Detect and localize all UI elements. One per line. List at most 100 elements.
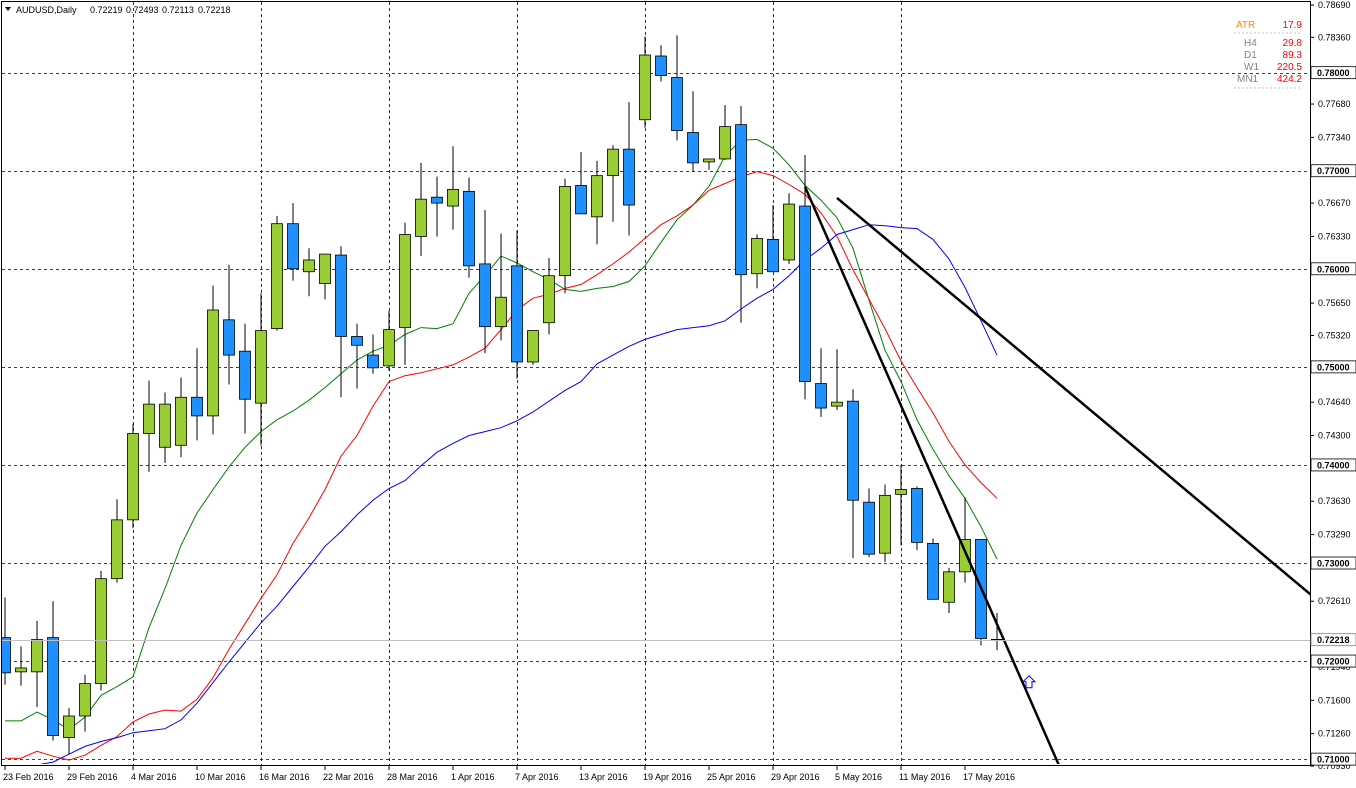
candle-body [271,223,283,330]
candle-body [543,275,555,324]
price-tick-label: 0.76330 [1318,231,1351,241]
candle-body [703,158,715,163]
time-tick-label: 29 Feb 2016 [67,772,118,782]
candle-body [447,188,459,207]
candle-body [783,203,795,261]
price-level-label: 0.78000 [1317,68,1350,78]
time-tick-label: 25 Apr 2016 [707,772,756,782]
price-level-label: 0.71000 [1317,755,1350,765]
price-tick-label: 0.73290 [1318,530,1351,540]
candle-body [687,132,699,164]
candle-body [511,265,523,363]
candle-body [895,489,907,495]
candle [95,570,107,691]
candle [911,486,923,551]
time-tick-label: 19 Apr 2016 [643,772,692,782]
atr-row-label: D1 [1244,50,1257,61]
price-tick-label: 0.75650 [1318,298,1351,308]
time-tick-label: 10 Mar 2016 [195,772,246,782]
candle-body [591,175,603,218]
candle-body [495,296,507,328]
time-tick-label: 11 May 2016 [899,772,950,782]
candle-body [815,383,827,409]
candle-body [927,542,939,600]
price-tick-label: 0.78360 [1318,32,1351,42]
time-tick-label: 5 May 2016 [835,772,882,782]
price-level-label: 0.76000 [1317,264,1350,274]
ohlc-low: 0.72113 [162,5,194,15]
candle-body [383,329,395,367]
price-level-label: 0.72000 [1317,657,1350,667]
atr-row-label: H4 [1244,38,1257,49]
time-tick-label: 16 Mar 2016 [259,772,310,782]
candle-body [559,186,571,277]
candle-body [911,488,923,543]
candle-body [319,253,331,284]
candle-body [223,319,235,356]
candle-body [847,400,859,501]
candle-body [175,396,187,446]
candle-body [431,196,443,204]
candle-body [287,223,299,270]
price-tick-label: 0.72610 [1318,596,1351,606]
candle-body [799,205,811,382]
candle-body [239,350,251,400]
candle-body [639,54,651,121]
price-tick-label: 0.71600 [1318,695,1351,705]
candle-body [607,148,619,177]
candle-body [415,198,427,237]
candle-body [255,330,267,404]
candle-body [479,263,491,328]
candle-body [463,190,475,267]
candle-body [303,259,315,273]
price-tick-label: 0.75320 [1318,330,1351,340]
candle [463,177,475,278]
price-tick-label: 0.71260 [1318,729,1351,739]
symbol-timeframe: AUDUSD,Daily [16,5,77,15]
price-level-label: 0.75000 [1317,362,1350,372]
ohlc-open: 0.72219 [90,5,123,15]
candle-body [671,77,683,131]
price-tick-label: 0.77680 [1318,99,1351,109]
time-tick-label: 17 May 2016 [963,772,1015,782]
chart-window[interactable]: 0.78690 0.78360 0.77680 0.77340 0.76670 0.763… [0,0,1356,788]
candle-body [767,238,779,273]
time-tick-label: 22 Mar 2016 [323,772,374,782]
candle [879,484,891,563]
price-tick-label: 0.74640 [1318,397,1351,407]
atr-row-label: MN1 [1237,74,1259,85]
candle-body [111,519,123,580]
candle-body [31,639,43,673]
candle-body [47,637,59,736]
candle-body [655,55,667,77]
candle [127,423,139,528]
ohlc-high: 0.72493 [126,5,159,15]
time-tick-label: 7 Apr 2016 [515,772,559,782]
candle [927,538,939,600]
atr-row-value: 89.3 [1283,50,1303,61]
candle-body [127,433,139,521]
atr-title-value: 17.9 [1283,20,1303,31]
candle [975,539,987,646]
time-tick-label: 4 Mar 2016 [131,772,177,782]
candle-body [399,234,411,329]
candle-body [351,336,363,346]
time-tick-label: 23 Feb 2016 [3,772,54,782]
candle-body [335,254,347,337]
atr-row-value: 220.5 [1277,62,1302,73]
candle-body [143,403,155,434]
price-tick-label: 0.74300 [1318,431,1351,441]
price-tick-label: 0.76670 [1318,198,1351,208]
candle-body [863,501,875,555]
time-tick-label: 1 Apr 2016 [451,772,495,782]
candle-body [879,494,891,554]
candle-body [207,309,219,417]
candle-body [527,330,539,363]
candle-body [63,715,75,738]
price-tick-label: 0.77340 [1318,132,1351,142]
atr-title-label: ATR [1236,20,1255,31]
candle-body [831,401,843,407]
price-tick-label: 0.78690 [1318,0,1351,10]
price-tick-label: 0.73630 [1318,496,1351,506]
time-tick-label: 29 Apr 2016 [771,772,820,782]
